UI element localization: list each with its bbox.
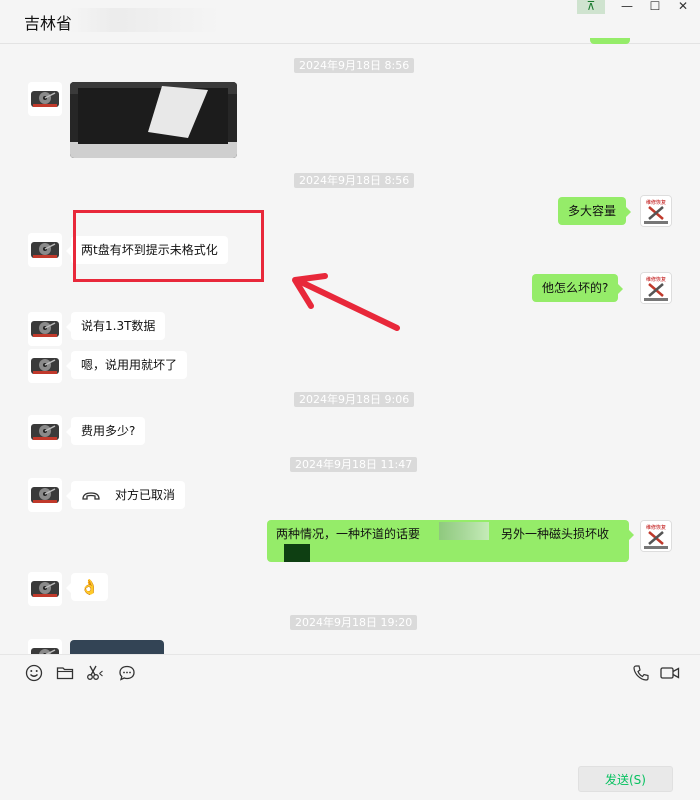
annotation-arrow-icon xyxy=(292,273,400,331)
hdd-avatar-icon[interactable] xyxy=(28,233,62,267)
redaction xyxy=(284,544,310,562)
repair-logo-icon[interactable]: 维修恢复 xyxy=(640,195,672,227)
redaction xyxy=(439,522,489,540)
message-bubble-out[interactable]: 他怎么坏的? xyxy=(532,274,624,302)
send-button[interactable]: 发送(S) xyxy=(578,766,673,792)
timestamp: 2024年9月18日 11:47 xyxy=(290,457,418,472)
hdd-avatar-icon[interactable] xyxy=(28,82,62,116)
scissors-icon[interactable] xyxy=(85,663,105,683)
pin-button[interactable]: ⊼ xyxy=(577,0,605,14)
hdd-avatar-icon[interactable] xyxy=(28,572,62,606)
phone-icon[interactable] xyxy=(631,663,651,683)
chat-title: 吉林省 xyxy=(24,14,73,33)
message-bubble-in[interactable]: 费用多少? xyxy=(65,417,146,445)
timestamp: 2024年9月18日 8:56 xyxy=(294,58,415,73)
message-bubble-out[interactable]: 多大容量 xyxy=(558,197,632,225)
message-bubble-in[interactable]: 嗯，说用用就坏了 xyxy=(65,351,188,379)
message-list[interactable]: 2024年9月18日 8:56 2024年9月18日 8:56 多大容量 维修恢… xyxy=(0,44,700,654)
maximize-button[interactable]: ☐ xyxy=(642,0,668,14)
chat-history-icon[interactable] xyxy=(117,663,137,683)
hdd-avatar-icon[interactable] xyxy=(28,478,62,512)
message-bubble-in[interactable]: 说有1.3T数据 xyxy=(65,312,166,340)
hdd-avatar-icon[interactable] xyxy=(28,312,62,346)
timestamp: 2024年9月18日 8:56 xyxy=(294,173,415,188)
photo-message[interactable] xyxy=(70,640,164,654)
annotation-highlight-box xyxy=(73,210,264,282)
timestamp: 2024年9月18日 9:06 xyxy=(294,392,415,407)
emoji-icon[interactable] xyxy=(24,663,44,683)
call-cancel-icon xyxy=(82,491,100,500)
message-text: 另外一种磁头损坏收 xyxy=(501,527,610,541)
minimize-button[interactable]: — xyxy=(614,0,640,14)
repair-logo-icon[interactable]: 维修恢复 xyxy=(640,520,672,552)
emoji-message-bubble[interactable]: 👌 xyxy=(66,573,108,601)
timestamp: 2024年9月18日 19:20 xyxy=(290,615,418,630)
message-text: 两种情况，一种坏道的话要 xyxy=(276,527,421,541)
hdd-avatar-icon[interactable] xyxy=(28,639,62,654)
photo-message[interactable] xyxy=(70,82,237,158)
hdd-avatar-icon[interactable] xyxy=(28,415,62,449)
call-cancelled-bubble[interactable]: 对方已取消 xyxy=(65,481,186,509)
svg-text:维修恢复: 维修恢复 xyxy=(646,199,666,206)
video-icon[interactable] xyxy=(659,663,681,683)
repair-logo-icon[interactable]: 维修恢复 xyxy=(640,272,672,304)
folder-icon[interactable] xyxy=(55,663,75,683)
close-button[interactable]: ✕ xyxy=(670,0,696,14)
message-bubble-out[interactable]: 两种情况，一种坏道的话要 另外一种磁头损坏收 xyxy=(267,520,634,562)
hdd-avatar-icon[interactable] xyxy=(28,349,62,383)
composer: 发送(S) xyxy=(0,654,700,800)
svg-text:维修恢复: 维修恢复 xyxy=(646,524,666,531)
title-redaction xyxy=(70,8,220,32)
svg-text:维修恢复: 维修恢复 xyxy=(646,276,666,283)
call-cancelled-text: 对方已取消 xyxy=(115,488,176,502)
